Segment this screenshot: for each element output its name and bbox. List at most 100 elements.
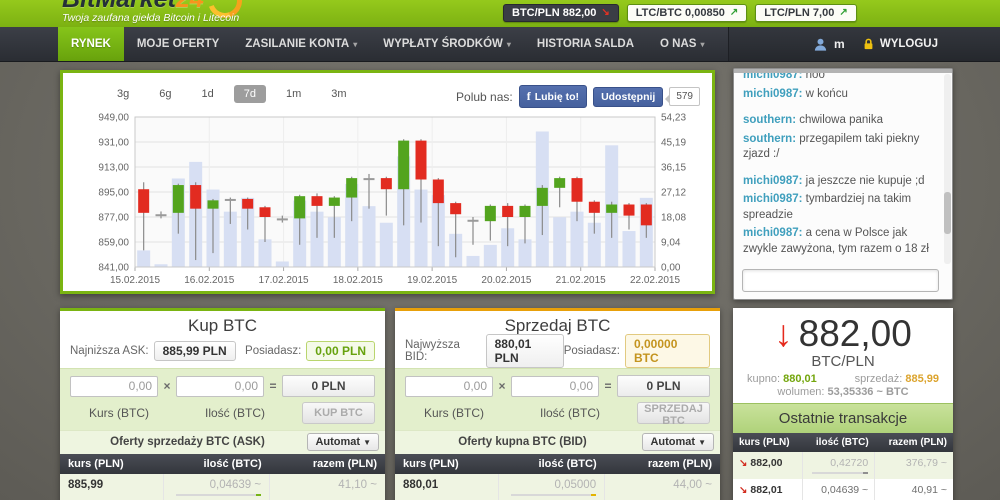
volume-summary: wolumen: 53,35336 ~ BTC [733,386,953,398]
timeframe-3m[interactable]: 3m [321,85,356,103]
total-cell: 44,00 ~ [604,474,720,500]
pln-balance-value[interactable]: 0,00 PLN [306,341,375,361]
lowest-ask-value[interactable]: 885,99 PLN [153,341,236,361]
topbar-ticker-ltc-btc[interactable]: LTC/BTC 0,00850 ↗ [626,4,748,22]
chat-username: southern: [743,114,797,127]
order-row[interactable]: 885,99 0,04639 ~ 41,10 ~ [60,474,385,500]
order-row[interactable]: ↘ 882,01 0,04639 ~ 40,91 ~ [733,478,953,500]
chat-scrollbar[interactable] [944,74,951,264]
sell-amount-label: Ilość (BTC) [540,406,600,420]
equals-sign: = [269,379,277,393]
last-price-panel: ↓ 882,00 BTC/PLN kupno: 880,01 sprzedaż: … [733,308,953,500]
timeframe-6g[interactable]: 6g [149,85,181,103]
sell-total-value: 0 PLN [617,375,710,397]
sell-submit-button[interactable]: SPRZEDAJ BTC [637,402,710,427]
svg-text:45,19: 45,19 [661,138,686,149]
nav-item-historia-salda[interactable]: HISTORIA SALDA [524,27,647,61]
amount-cell: 0,42720 [802,451,875,479]
timeframe-1d[interactable]: 1d [192,85,224,103]
ask-offers-table: kurs (PLN) ilość (BTC) razem (PLN) 885,9… [60,454,385,500]
nav-item-o-nas[interactable]: O NAS ▾ [647,27,717,61]
total-cell: 41,10 ~ [269,474,385,500]
price-volume-chart[interactable]: 949,00 54,23 931,00 45,19 913,00 36,15 895,00 2… [63,109,712,291]
logout-button[interactable]: WYLOGUJ [862,37,938,51]
buy-amount-label: Ilość (BTC) [205,406,265,420]
sell-order-form: × = 0 PLN Kurs (BTC) Ilość (BTC) SPRZEDA… [395,368,720,430]
nav-item-zasilanie-konta[interactable]: ZASILANIE KONTA ▾ [232,27,370,61]
buy-automat-dropdown[interactable]: Automat ▼ [307,433,379,451]
chat-message: michi0987: hoo [743,73,939,84]
chat-message: michi0987: ja jeszcze nie kupuje ;d [743,174,925,187]
fb-like-label: Lubię to! [534,90,580,103]
timeframe-3g[interactable]: 3g [107,85,139,103]
user-menu[interactable]: m [813,37,845,52]
chat-message: southern: chwilowa panika [743,114,883,127]
page: BitMarket24 Twoja zaufana giełda Bitcoin… [0,0,1000,500]
times-sign: × [498,379,506,393]
column-razem: razem (PLN) [269,454,385,474]
main-navbar: RYNEK MOJE OFERTY ZASILANIE KONTA ▾ WYPŁATY … [0,27,1000,62]
trend-down-icon: ↘ [601,7,610,18]
chevron-down-icon: ▾ [700,39,705,49]
sell-amount-input[interactable] [511,375,599,397]
underline-dot [591,494,597,496]
price-cell: 885,99 [60,474,163,500]
buy-submit-button[interactable]: KUP BTC [302,402,375,424]
chat-input[interactable] [742,269,939,292]
column-kurs: kurs (PLN) [733,432,803,452]
svg-text:20.02.2015: 20.02.2015 [481,275,531,286]
like-label: Polub nas: [456,89,513,104]
underline-dot [256,494,262,496]
column-kurs: kurs (PLN) [395,454,499,474]
nav-item-moje-oferty[interactable]: MOJE OFERTY [124,27,232,61]
btc-balance-value[interactable]: 0,00000 BTC [625,334,710,368]
facebook-like-button[interactable]: f Lubię to! [518,85,588,108]
user-avatar-icon [814,38,827,51]
nav-item-wypłaty-środków[interactable]: WYPŁATY ŚRODKÓW ▾ [370,27,524,61]
sell-balance-row: Najwyższa BID: 880,01 PLN Posiadasz: 0,0… [395,334,720,368]
topbar-ticker-ltc-pln[interactable]: LTC/PLN 7,00 ↗ [755,4,857,22]
bid-offers-bar: Oferty kupna BTC (BID) Automat ▼ [395,430,720,454]
amount-underline [176,494,262,496]
topbar: BitMarket24 Twoja zaufana giełda Bitcoin… [0,0,1000,27]
ticker-label: LTC/BTC 0,00850 [635,7,725,19]
sell-automat-dropdown[interactable]: Automat ▼ [642,433,714,451]
price-cell: ↘ 882,00 [733,452,803,479]
chat-scrollbar-thumb[interactable] [944,192,951,234]
times-sign: × [163,379,171,393]
total-cell: 376,79 ~ [874,451,953,479]
timeframe-7d[interactable]: 7d [233,85,266,103]
trade-down-icon: ↘ [739,484,748,496]
highest-bid-value[interactable]: 880,01 PLN [485,334,564,368]
svg-text:54,23: 54,23 [661,113,686,124]
chat-messages[interactable]: michi0987: hoo michi0987: w końcu southern… [743,73,939,263]
buy-btc-panel: Kup BTC Najniższa ASK: 885,99 PLN Posiad… [60,308,385,500]
svg-text:22.02.2015: 22.02.2015 [630,275,680,286]
automat-label: Automat [650,436,696,448]
kupno-value: 880,01 [783,372,817,385]
nav-user-area: m WYLOGUJ [728,27,1000,61]
username: m [834,37,845,51]
last-price-row: ↓ 882,00 [733,313,953,355]
order-row[interactable]: 880,01 0,05000 44,00 ~ [395,474,720,500]
chat-username: michi0987: [743,193,803,206]
ticker-label: BTC/PLN 882,00 [512,7,597,19]
chat-panel: michi0987: hoo michi0987: w końcu southern… [733,68,953,300]
price-value: 882,00 [750,456,783,469]
timeframe-1m[interactable]: 1m [276,85,311,103]
order-row[interactable]: ↘ 882,00 0,42720 376,79 ~ [733,451,953,479]
buy-balance-label: Posiadasz: [245,345,302,357]
amount-underline [812,471,869,474]
topbar-ticker-btc-pln[interactable]: BTC/PLN 882,00 ↘ [503,4,619,22]
nav-item-rynek[interactable]: RYNEK [58,27,124,61]
buy-panel-title: Kup BTC [188,316,257,335]
nav-menu: RYNEK MOJE OFERTY ZASILANIE KONTA ▾ WYPŁATY … [58,27,799,61]
svg-text:18,08: 18,08 [661,213,686,224]
nav-item-label: RYNEK [71,38,111,50]
chat-username: michi0987: [743,227,803,240]
buy-rate-input[interactable] [70,375,158,397]
sell-rate-input[interactable] [405,375,493,397]
ticker-label: LTC/PLN 7,00 [764,7,835,19]
facebook-share-button[interactable]: Udostępnij [593,86,664,107]
buy-amount-input[interactable] [176,375,264,397]
